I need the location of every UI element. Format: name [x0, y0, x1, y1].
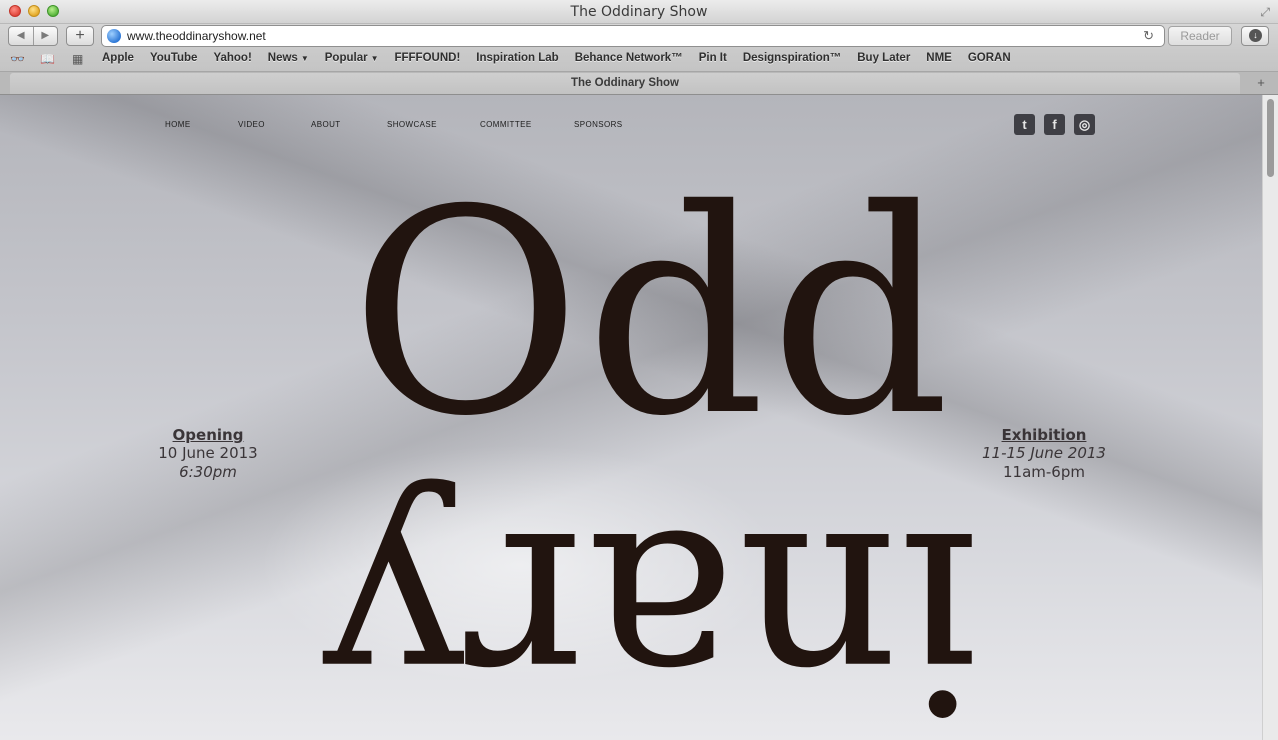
scrollbar-thumb[interactable] [1267, 99, 1274, 177]
instagram-icon[interactable]: ◎ [1074, 114, 1095, 135]
url-text[interactable]: www.theoddinaryshow.net [127, 29, 266, 43]
bookmark-label: NME [926, 52, 952, 64]
bookmark-label: Inspiration Lab [476, 52, 559, 64]
bookmark-label: YouTube [149, 52, 198, 64]
bookmarks-book-icon[interactable]: 📖 [40, 52, 55, 66]
bookmark-item[interactable]: YouTube [150, 52, 197, 64]
back-button[interactable]: ◀ [9, 27, 34, 45]
bookmark-item[interactable]: Apple [102, 52, 134, 64]
opening-info: Opening 10 June 2013 6:30pm [148, 426, 268, 482]
exhibition-info: Exhibition 11-15 June 2013 11am-6pm [974, 426, 1114, 482]
nav-home[interactable]: HOME [165, 120, 191, 129]
twitter-icon[interactable]: t [1014, 114, 1035, 135]
bookmark-label: Behance Network™ [574, 52, 683, 64]
forward-button[interactable]: ▶ [34, 27, 58, 45]
vertical-scrollbar[interactable] [1262, 95, 1278, 740]
reader-button[interactable]: Reader [1168, 26, 1232, 46]
web-page: HOME VIDEO ABOUT SHOWCASE COMMITTEE SPON… [0, 95, 1262, 740]
exhibition-heading[interactable]: Exhibition [974, 426, 1114, 444]
bookmark-item[interactable]: Popular ▼ [325, 52, 379, 64]
bookmark-label: GORAN [967, 52, 1011, 64]
new-tab-button[interactable]: + [1250, 75, 1272, 92]
bookmark-list: Apple YouTube Yahoo! News ▼ Popular ▼ FFFFOUND!… [102, 52, 1011, 64]
logo-inary-inverted: inary [320, 475, 981, 740]
bookmark-item[interactable]: Pin It [699, 52, 727, 64]
tab-bar: The Oddinary Show + [0, 71, 1278, 95]
bookmark-label: Designspiration™ [742, 52, 842, 64]
history-navigation: ◀ ▶ [8, 26, 58, 46]
browser-toolbar: ◀ ▶ + www.theoddinaryshow.net ↻ Reader ↓ [0, 24, 1278, 48]
nav-about[interactable]: ABOUT [311, 120, 341, 129]
bookmark-item[interactable]: NME [926, 52, 952, 64]
bookmark-label: News [267, 52, 298, 64]
bookmark-label: Buy Later [857, 52, 911, 64]
chevron-down-icon: ▼ [370, 54, 379, 63]
opening-heading[interactable]: Opening [148, 426, 268, 444]
download-icon: ↓ [1249, 29, 1262, 42]
bookmark-label: Pin It [698, 52, 727, 64]
globe-icon [107, 29, 121, 43]
bookmark-item[interactable]: Behance Network™ [575, 52, 683, 64]
fullscreen-icon[interactable]: ⤢ [1260, 5, 1270, 20]
nav-showcase[interactable]: SHOWCASE [387, 120, 437, 129]
add-bookmark-button[interactable]: + [66, 26, 94, 46]
nav-sponsors[interactable]: SPONSORS [574, 120, 623, 129]
top-sites-grid-icon[interactable]: ▦ [72, 52, 83, 66]
nav-committee[interactable]: COMMITTEE [480, 120, 532, 129]
tab-active[interactable]: The Oddinary Show [10, 73, 1240, 94]
chevron-down-icon: ▼ [300, 54, 309, 63]
reload-icon[interactable]: ↻ [1143, 28, 1154, 44]
opening-time: 6:30pm [179, 463, 237, 481]
address-bar[interactable]: www.theoddinaryshow.net ↻ [101, 25, 1165, 47]
logo-odd: Odd [350, 149, 955, 478]
bookmark-item[interactable]: Buy Later [857, 52, 910, 64]
bookmark-label: Yahoo! [213, 52, 252, 64]
bookmark-item[interactable]: GORAN [968, 52, 1011, 64]
facebook-icon[interactable]: f [1044, 114, 1065, 135]
bookmark-item[interactable]: News ▼ [268, 52, 309, 64]
exhibition-time: 11am-6pm [1003, 463, 1085, 481]
bookmark-label: FFFFOUND! [394, 52, 461, 64]
bookmarks-bar: 👓 📖 ▦ Apple YouTube Yahoo! News ▼ Popular ▼ FFF… [0, 48, 1278, 71]
bookmark-item[interactable]: Designspiration™ [743, 52, 841, 64]
bookmark-label: Apple [102, 52, 134, 64]
reading-list-icon[interactable]: 👓 [10, 52, 25, 66]
downloads-button[interactable]: ↓ [1241, 26, 1269, 46]
bookmark-item[interactable]: FFFFOUND! [394, 52, 460, 64]
window-titlebar: The Oddinary Show ⤢ [0, 0, 1278, 24]
bookmark-item[interactable]: Inspiration Lab [476, 52, 558, 64]
opening-date: 10 June 2013 [158, 444, 258, 462]
site-navigation: HOME VIDEO ABOUT SHOWCASE COMMITTEE SPON… [0, 120, 1262, 134]
window-title: The Oddinary Show [570, 4, 708, 20]
exhibition-date: 11-15 June 2013 [982, 444, 1106, 462]
bookmark-label: Popular [324, 52, 368, 64]
nav-video[interactable]: VIDEO [238, 120, 265, 129]
bookmark-item[interactable]: Yahoo! [213, 52, 251, 64]
